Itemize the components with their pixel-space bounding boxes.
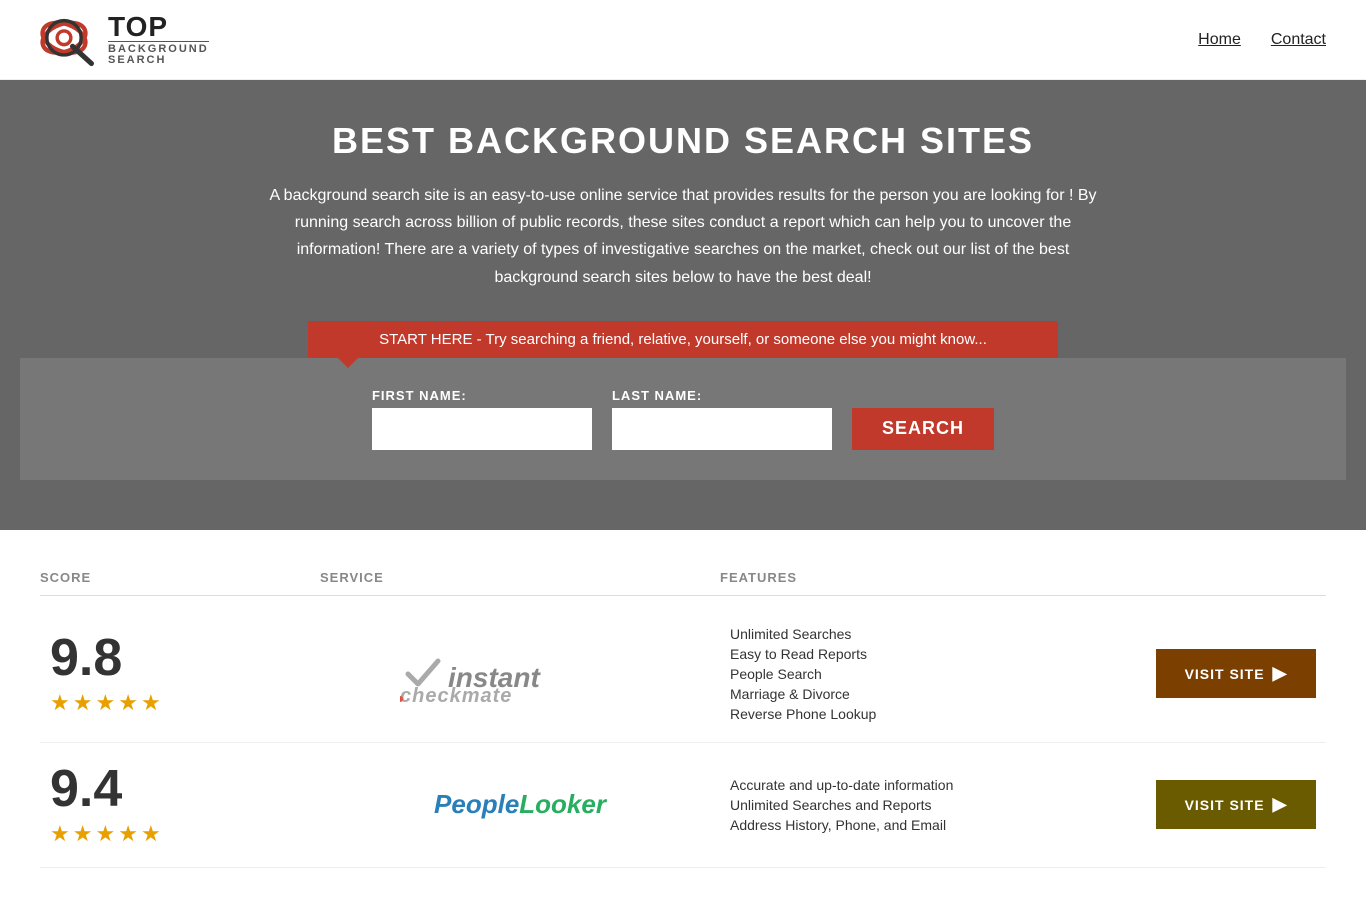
star-2-3: ★ <box>95 821 115 847</box>
table-header-row: SCORE SERVICE FEATURES <box>40 560 1326 596</box>
score-number-1: 9.8 <box>50 632 122 684</box>
results-table: SCORE SERVICE FEATURES 9.8 ★ ★ ★ ★ ★ ins… <box>0 530 1366 898</box>
page-header: TOP BACKGROUNDSEARCH Home Contact <box>0 0 1366 80</box>
star-3: ★ <box>95 690 115 716</box>
logo-sub-text: BACKGROUNDSEARCH <box>108 41 209 66</box>
hero-description: A background search site is an easy-to-u… <box>263 182 1103 291</box>
stars-2: ★ ★ ★ ★ ★ <box>50 821 161 847</box>
first-name-group: FIRST NAME: <box>372 388 592 450</box>
feature-1-5: Reverse Phone Lookup <box>730 706 1156 722</box>
star-2-5-half: ★ <box>141 821 161 847</box>
visit-btn-label-2: VISIT SITE <box>1185 797 1265 813</box>
last-name-group: LAST NAME: <box>612 388 832 450</box>
feature-1-3: People Search <box>730 666 1156 682</box>
visit-arrow-icon-1: ▶ <box>1273 663 1288 684</box>
features-cell-2: Accurate and up-to-date information Unli… <box>720 777 1156 833</box>
visit-btn-label-1: VISIT SITE <box>1185 666 1265 682</box>
table-row: 9.8 ★ ★ ★ ★ ★ instant checkmate <box>40 606 1326 743</box>
visit-arrow-icon-2: ▶ <box>1273 794 1288 815</box>
search-banner: START HERE - Try searching a friend, rel… <box>308 321 1058 358</box>
star-2-4: ★ <box>118 821 138 847</box>
search-button[interactable]: SEARCH <box>852 408 994 450</box>
checkmate-logo-svg: instant checkmate <box>400 644 640 704</box>
star-5-half: ★ <box>141 690 161 716</box>
feature-2-2: Unlimited Searches and Reports <box>730 797 1156 813</box>
search-form: FIRST NAME: LAST NAME: SEARCH <box>20 358 1346 480</box>
score-cell-1: 9.8 ★ ★ ★ ★ ★ <box>40 632 320 716</box>
features-cell-1: Unlimited Searches Easy to Read Reports … <box>720 626 1156 722</box>
feature-1-1: Unlimited Searches <box>730 626 1156 642</box>
main-nav: Home Contact <box>1198 31 1326 49</box>
stars-1: ★ ★ ★ ★ ★ <box>50 690 161 716</box>
service-cell-1: instant checkmate <box>320 644 720 704</box>
nav-home[interactable]: Home <box>1198 31 1241 49</box>
star-2-1: ★ <box>50 821 70 847</box>
star-1: ★ <box>50 690 70 716</box>
hero-section: BEST BACKGROUND SEARCH SITES A backgroun… <box>0 80 1366 530</box>
star-4: ★ <box>118 690 138 716</box>
banner-text: START HERE - Try searching a friend, rel… <box>379 331 987 348</box>
score-cell-2: 9.4 ★ ★ ★ ★ ★ <box>40 763 320 847</box>
score-number-2: 9.4 <box>50 763 122 815</box>
svg-text:checkmate: checkmate <box>400 685 512 704</box>
first-name-input[interactable] <box>372 408 592 450</box>
feature-2-1: Accurate and up-to-date information <box>730 777 1156 793</box>
col-score: SCORE <box>40 570 320 585</box>
hero-heading: BEST BACKGROUND SEARCH SITES <box>20 120 1346 162</box>
nav-contact[interactable]: Contact <box>1271 31 1326 49</box>
col-service: SERVICE <box>320 570 720 585</box>
service-cell-2: PeopleLooker <box>320 789 720 820</box>
logo-top-text: TOP <box>108 13 209 41</box>
logo-text: TOP BACKGROUNDSEARCH <box>108 13 209 66</box>
last-name-label: LAST NAME: <box>612 388 702 403</box>
col-features: FEATURES <box>720 570 1326 585</box>
visit-site-button-2[interactable]: VISIT SITE ▶ <box>1156 780 1316 829</box>
feature-1-2: Easy to Read Reports <box>730 646 1156 662</box>
first-name-label: FIRST NAME: <box>372 388 467 403</box>
feature-1-4: Marriage & Divorce <box>730 686 1156 702</box>
logo-icon <box>40 12 100 67</box>
visit-cell-1: VISIT SITE ▶ <box>1156 649 1326 698</box>
logo-area: TOP BACKGROUNDSEARCH <box>40 12 209 67</box>
last-name-input[interactable] <box>612 408 832 450</box>
visit-site-button-1[interactable]: VISIT SITE ▶ <box>1156 649 1316 698</box>
peoplelooker-logo: PeopleLooker <box>434 789 606 820</box>
star-2-2: ★ <box>73 821 93 847</box>
star-2: ★ <box>73 690 93 716</box>
table-row: 9.4 ★ ★ ★ ★ ★ PeopleLooker Accurate and … <box>40 743 1326 868</box>
visit-cell-2: VISIT SITE ▶ <box>1156 780 1326 829</box>
feature-2-3: Address History, Phone, and Email <box>730 817 1156 833</box>
